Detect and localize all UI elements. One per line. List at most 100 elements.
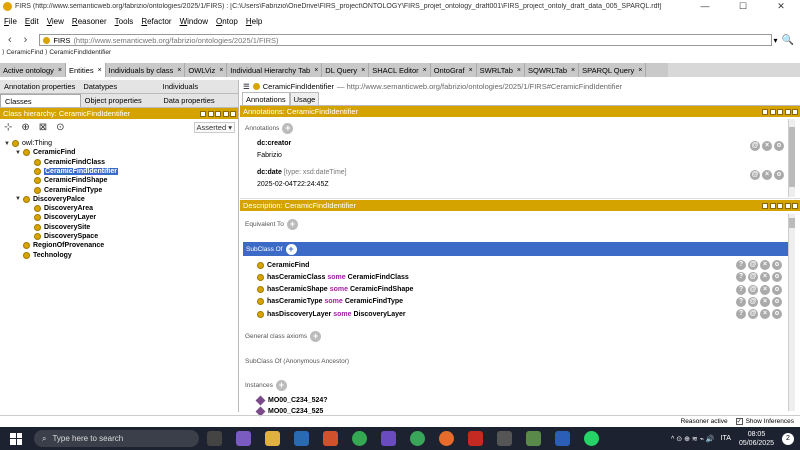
explain-icon[interactable]: ?: [736, 260, 746, 270]
close-view-icon[interactable]: [792, 202, 798, 209]
remove-icon[interactable]: ×: [760, 309, 770, 320]
acrobat-icon[interactable]: [468, 431, 483, 446]
whatsapp-icon[interactable]: [584, 431, 599, 446]
tab-ontograf[interactable]: OntoGraf ×: [431, 63, 477, 77]
search-icon[interactable]: 🔍: [782, 35, 794, 46]
delete-class-icon[interactable]: ⊠: [39, 122, 47, 133]
tree-node[interactable]: CeramicFindIdentifier: [26, 167, 118, 176]
tree-node[interactable]: DiscoverySite: [26, 223, 90, 232]
edit-icon[interactable]: @: [748, 296, 758, 307]
watch-icon[interactable]: ⊙: [56, 122, 64, 133]
tray-icons[interactable]: ^ ⊙ ⊕ ≋ ⌁ 🔊: [671, 435, 715, 443]
windows-start-icon[interactable]: [10, 432, 22, 445]
tree-node[interactable]: ▼ CeramicFind: [15, 148, 75, 157]
add-general-axiom-icon[interactable]: +: [310, 331, 322, 342]
add-instance-icon[interactable]: +: [275, 380, 287, 391]
show-inferences-checkbox[interactable]: ✓: [735, 418, 743, 425]
minimize-view-icon[interactable]: [215, 110, 221, 117]
add-subclass-icon[interactable]: ⊹: [4, 122, 12, 133]
instance-row[interactable]: MO00_C234_524?: [255, 395, 328, 405]
expand-toggle-icon[interactable]: ▼: [15, 196, 22, 202]
close-tab-icon[interactable]: ×: [98, 67, 102, 74]
pin-icon[interactable]: [762, 108, 768, 115]
tab-annotation-properties[interactable]: Annotation properties: [0, 80, 79, 93]
view-controls[interactable]: [199, 110, 236, 117]
word-icon[interactable]: [555, 431, 570, 446]
explain-icon[interactable]: ?: [736, 284, 746, 295]
add-superclass-icon[interactable]: +: [285, 243, 297, 255]
subclass-row-controls[interactable]: ? @ × o: [734, 260, 782, 270]
tree-node[interactable]: CeramicFindType: [26, 186, 102, 195]
remove-icon[interactable]: ×: [760, 296, 770, 307]
edit-icon[interactable]: @: [748, 272, 758, 283]
close-tab-icon[interactable]: ×: [314, 67, 318, 74]
tree-node[interactable]: CeramicFindClass: [26, 158, 105, 167]
tab-sqwrltab[interactable]: SQWRLTab ×: [525, 63, 580, 77]
tree-node[interactable]: Technology: [15, 251, 72, 260]
info-icon[interactable]: o: [772, 296, 782, 307]
remove-icon[interactable]: ×: [762, 170, 772, 180]
tab-data-properties[interactable]: Data properties: [159, 94, 238, 107]
tree-node[interactable]: ▼ owl:Thing: [4, 139, 52, 148]
edit-icon[interactable]: @: [748, 260, 758, 270]
remove-icon[interactable]: ×: [762, 141, 772, 151]
firefox-icon[interactable]: [439, 431, 454, 446]
tree-node[interactable]: ▼ DiscoveryPalce: [15, 195, 85, 204]
remove-icon[interactable]: ×: [760, 272, 770, 283]
edit-icon[interactable]: @: [748, 309, 758, 320]
close-tab-icon[interactable]: ×: [517, 67, 521, 74]
taskbar-search[interactable]: ⌕ Type here to search: [34, 430, 199, 447]
edit-icon[interactable]: @: [750, 141, 760, 151]
minimize-button[interactable]: —: [686, 1, 724, 11]
menu-ontop[interactable]: Ontop: [216, 17, 238, 26]
explain-icon[interactable]: ?: [736, 296, 746, 307]
annotations-view-controls[interactable]: [761, 108, 798, 115]
menu-reasoner[interactable]: Reasoner: [72, 17, 107, 26]
tree-node[interactable]: DiscoveryArea: [26, 204, 93, 213]
tab-owlviz[interactable]: OWLViz ×: [185, 63, 228, 77]
app-icon[interactable]: [410, 431, 425, 446]
tab-usage[interactable]: Usage: [289, 92, 320, 105]
tab-individuals-by-class[interactable]: Individuals by class ×: [106, 63, 186, 77]
close-tab-icon[interactable]: ×: [638, 67, 642, 74]
subclass-row-controls[interactable]: ? @ × o: [734, 284, 782, 295]
menu-edit[interactable]: Edit: [25, 17, 39, 26]
subclass-row[interactable]: CeramicFind: [257, 260, 313, 270]
close-tab-icon[interactable]: ×: [219, 67, 223, 74]
edit-icon[interactable]: @: [750, 170, 760, 180]
explain-icon[interactable]: o: [774, 170, 784, 180]
edit-icon[interactable]: @: [748, 284, 758, 295]
close-button[interactable]: ✕: [762, 1, 800, 12]
float-view-icon[interactable]: [784, 202, 791, 209]
tab-individual-hierarchy-tab[interactable]: Individual Hierarchy Tab ×: [227, 63, 323, 77]
tab-object-properties[interactable]: Object properties: [81, 94, 160, 107]
add-equivalent-icon[interactable]: +: [286, 219, 298, 230]
annotation-row-controls[interactable]: @ × o: [748, 170, 784, 180]
tab-datatypes[interactable]: Datatypes: [79, 80, 158, 93]
scroll-thumb[interactable]: [789, 127, 795, 187]
minimize-view-icon[interactable]: [777, 202, 783, 209]
close-view-icon[interactable]: [230, 110, 236, 117]
close-tab-icon[interactable]: ×: [177, 67, 181, 74]
description-view-controls[interactable]: [761, 202, 798, 209]
close-tab-icon[interactable]: ×: [423, 67, 427, 74]
maximize-button[interactable]: ☐: [724, 1, 762, 12]
info-icon[interactable]: o: [772, 272, 782, 283]
menu-tools[interactable]: Tools: [115, 17, 134, 26]
info-icon[interactable]: [207, 110, 214, 117]
tab-classes[interactable]: Classes: [0, 94, 81, 107]
powerpoint-icon[interactable]: [323, 431, 338, 446]
add-annotation-icon[interactable]: +: [282, 123, 294, 134]
forward-icon[interactable]: ›: [24, 34, 28, 46]
info-icon[interactable]: [769, 202, 776, 209]
asserted-select[interactable]: Asserted ▾: [193, 121, 235, 133]
close-tab-icon[interactable]: ×: [571, 67, 575, 74]
tree-node[interactable]: DiscoverySpace: [26, 232, 98, 241]
annotation-row-controls[interactable]: @ × o: [748, 141, 784, 151]
expand-toggle-icon[interactable]: ▼: [15, 150, 22, 156]
active-ontology-selector[interactable]: FIRS (http://www.semanticweb.org/fabrizi…: [39, 34, 772, 46]
scroll-thumb[interactable]: [789, 218, 795, 228]
info-icon[interactable]: o: [772, 309, 782, 320]
task-view-icon[interactable]: [207, 431, 222, 446]
minimize-view-icon[interactable]: [777, 108, 783, 115]
